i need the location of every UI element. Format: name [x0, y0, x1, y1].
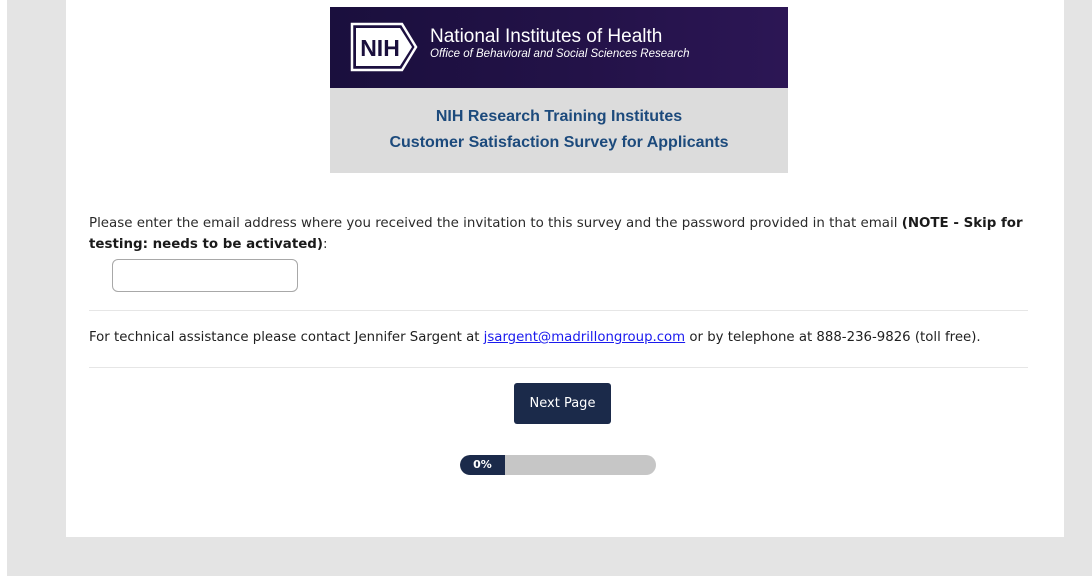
email-question: Please enter the email address where you… — [89, 213, 1034, 255]
divider — [89, 367, 1028, 368]
tech-support-prefix: For technical assistance please contact … — [89, 330, 484, 345]
survey-title-line1: NIH Research Training Institutes — [435, 108, 683, 125]
survey-title-box: NIH Research Training Institutes Custome… — [330, 88, 788, 173]
survey-title-line2: Customer Satisfaction Survey for Applica… — [389, 134, 729, 151]
tech-support-text: For technical assistance please contact … — [89, 330, 1049, 345]
question-text: Please enter the email address where you… — [89, 216, 902, 231]
support-email-link[interactable]: jsargent@madrillongroup.com — [484, 330, 685, 345]
nih-logo-text: NIH — [360, 35, 400, 61]
tech-support-suffix: or by telephone at 888-236-9826 (toll fr… — [685, 330, 981, 345]
nih-banner: NIH National Institutes of Health Office… — [330, 7, 788, 88]
next-page-button[interactable]: Next Page — [514, 383, 611, 424]
email-input[interactable] — [112, 259, 298, 292]
progress-bar: 0% — [460, 455, 656, 475]
office-name: Office of Behavioral and Social Sciences… — [430, 48, 690, 60]
nih-logo: NIH — [350, 22, 418, 72]
divider — [89, 310, 1028, 311]
progress-fill: 0% — [460, 455, 505, 475]
question-suffix: : — [323, 237, 328, 252]
org-name: National Institutes of Health — [430, 26, 663, 47]
